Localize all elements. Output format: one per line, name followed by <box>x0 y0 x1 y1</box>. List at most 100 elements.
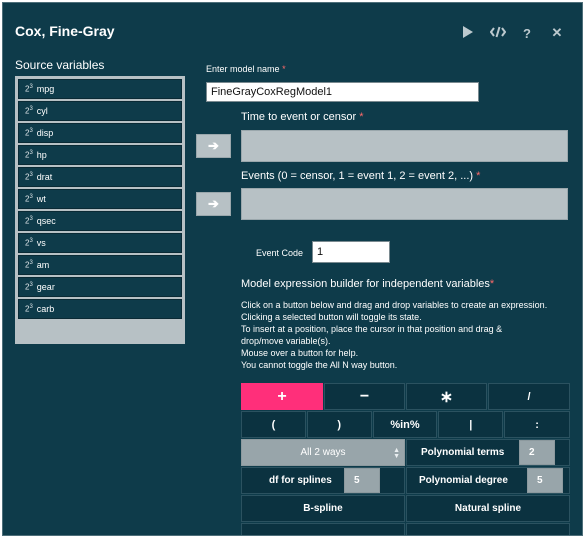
variable-item-gear[interactable]: 23 gear <box>18 277 182 297</box>
close-paren-button[interactable]: ) <box>306 411 372 438</box>
help-line: To insert at a position, place the curso… <box>241 324 503 334</box>
variable-item-cyl[interactable]: 23 cyl <box>18 101 182 121</box>
time-field-label: Time to event or censor * <box>241 111 363 123</box>
minus-button[interactable]: − <box>324 383 405 410</box>
arrow-right-icon: ➔ <box>208 138 219 153</box>
hidden-button-right[interactable] <box>406 523 570 535</box>
variable-label: gear <box>36 282 55 292</box>
required-mark: * <box>489 278 495 290</box>
play-icon[interactable] <box>460 25 474 41</box>
polynomial-degree-input[interactable]: 5 <box>527 468 563 493</box>
colon-button[interactable]: : <box>504 411 570 438</box>
hidden-button-left[interactable] <box>241 523 405 535</box>
variable-item-am[interactable]: 23 am <box>18 255 182 275</box>
variable-label: vs <box>36 238 46 248</box>
numeric-variable-icon: 23 <box>25 150 33 160</box>
operator-row-1: + − ∗ / <box>241 383 570 410</box>
variable-label: am <box>36 260 50 270</box>
variable-item-hp[interactable]: 23 hp <box>18 145 182 165</box>
multiply-button[interactable]: ∗ <box>406 383 487 410</box>
builder-title-text: Model expression builder for independent… <box>241 278 490 290</box>
help-line: Click on a button below and drag and dro… <box>241 300 548 310</box>
close-icon[interactable]: ✕ <box>550 25 564 41</box>
operator-row-6 <box>241 523 570 535</box>
variable-item-disp[interactable]: 23 disp <box>18 123 182 143</box>
required-mark: * <box>282 64 286 74</box>
operator-row-4: df for splines 5 Polynomial degree 5 <box>241 467 570 494</box>
variable-label: qsec <box>36 216 56 226</box>
time-field-label-text: Time to event or censor <box>241 111 357 123</box>
numeric-variable-icon: 23 <box>25 260 33 270</box>
numeric-variable-icon: 23 <box>25 238 33 248</box>
numeric-variable-icon: 23 <box>25 172 33 182</box>
variable-label: drat <box>36 172 53 182</box>
dialog-window: Cox, Fine-Gray ? ✕ Source variables 23 mp… <box>2 2 583 536</box>
builder-help-text: Click on a button below and drag and dro… <box>241 299 576 371</box>
variable-item-mpg[interactable]: 23 mpg <box>18 79 182 99</box>
variable-item-drat[interactable]: 23 drat <box>18 167 182 187</box>
move-to-time-button[interactable]: ➔ <box>196 134 231 158</box>
polynomial-terms-input[interactable]: 2 <box>519 440 555 465</box>
move-to-events-button[interactable]: ➔ <box>196 192 231 216</box>
pipe-button[interactable]: | <box>438 411 504 438</box>
title-bar: Cox, Fine-Gray ? ✕ <box>3 3 582 47</box>
polynomial-degree-group: Polynomial degree 5 <box>406 467 570 494</box>
all-ways-select[interactable]: All 2 ways ▲ ▼ <box>241 439 405 466</box>
required-mark: * <box>476 170 481 182</box>
window-title: Cox, Fine-Gray <box>15 23 115 39</box>
variable-label: carb <box>36 304 55 314</box>
variable-item-carb[interactable]: 23 carb <box>18 299 182 319</box>
variable-item-qsec[interactable]: 23 qsec <box>18 211 182 231</box>
code-icon[interactable] <box>489 26 507 41</box>
help-line: You cannot toggle the All N way button. <box>241 360 398 370</box>
help-line: Mouse over a button for help. <box>241 348 359 358</box>
arrow-right-icon: ➔ <box>208 196 219 211</box>
title-bar-icons: ? ✕ <box>460 25 564 41</box>
source-variables-label: Source variables <box>15 58 105 72</box>
plus-button[interactable]: + <box>241 383 323 410</box>
events-field-label-text: Events (0 = censor, 1 = event 1, 2 = eve… <box>241 170 474 182</box>
in-button[interactable]: %in% <box>372 411 438 438</box>
operator-row-5: B-spline Natural spline <box>241 495 570 522</box>
variable-item-vs[interactable]: 23 vs <box>18 233 182 253</box>
df-splines-label: df for splines <box>269 475 332 486</box>
polynomial-terms-group: Polynomial terms 2 <box>406 439 570 466</box>
numeric-variable-icon: 23 <box>25 304 33 314</box>
help-line: drop/move variable(s). <box>241 336 331 346</box>
numeric-variable-icon: 23 <box>25 282 33 292</box>
operator-panel: + − ∗ / ( ) %in% | : All 2 ways ▲ ▼ Polyn… <box>241 383 570 535</box>
numeric-variable-icon: 23 <box>25 194 33 204</box>
polynomial-terms-label: Polynomial terms <box>421 447 505 458</box>
polynomial-degree-label: Polynomial degree <box>419 475 508 486</box>
bspline-button[interactable]: B-spline <box>241 495 405 522</box>
df-splines-group: df for splines 5 <box>241 467 405 494</box>
updown-icon: ▲ ▼ <box>393 447 400 460</box>
open-paren-button[interactable]: ( <box>241 411 306 438</box>
variable-label: mpg <box>36 84 55 94</box>
operator-row-3: All 2 ways ▲ ▼ Polynomial terms 2 <box>241 439 570 466</box>
operator-row-2: ( ) %in% | : <box>241 411 570 438</box>
df-splines-input[interactable]: 5 <box>344 468 380 493</box>
events-drop-field[interactable] <box>241 188 568 220</box>
numeric-variable-icon: 23 <box>25 216 33 226</box>
numeric-variable-icon: 23 <box>25 128 33 138</box>
divide-button[interactable]: / <box>488 383 570 410</box>
help-line: Clicking a selected button will toggle i… <box>241 312 422 322</box>
help-icon[interactable]: ? <box>520 26 534 41</box>
all-ways-label: All 2 ways <box>300 447 346 458</box>
events-field-label: Events (0 = censor, 1 = event 1, 2 = eve… <box>241 170 480 182</box>
model-name-label-text: Enter model name <box>206 64 280 74</box>
time-drop-field[interactable] <box>241 130 568 162</box>
variable-label: wt <box>36 194 46 204</box>
event-code-input[interactable] <box>312 241 390 263</box>
source-variables-list[interactable]: 23 mpg 23 cyl 23 disp 23 hp 23 drat 23 wt 23 qsec 23 vs… <box>15 76 185 344</box>
model-name-input[interactable] <box>206 82 479 102</box>
event-code-label: Event Code <box>256 248 304 258</box>
natural-spline-button[interactable]: Natural spline <box>406 495 570 522</box>
variable-label: hp <box>36 150 47 160</box>
variable-item-wt[interactable]: 23 wt <box>18 189 182 209</box>
variable-label: cyl <box>36 106 48 116</box>
numeric-variable-icon: 23 <box>25 106 33 116</box>
required-mark: * <box>359 111 364 123</box>
builder-title: Model expression builder for independent… <box>241 278 494 290</box>
